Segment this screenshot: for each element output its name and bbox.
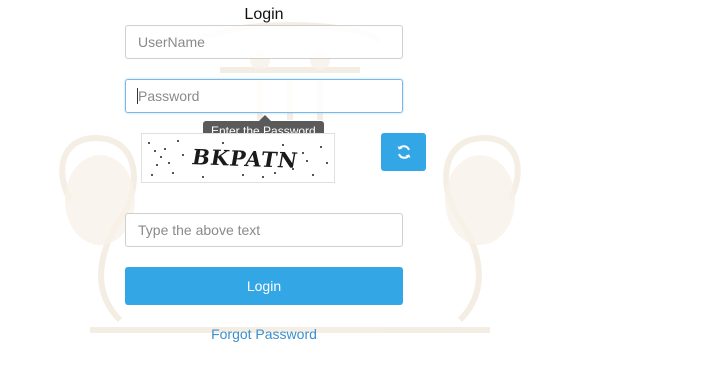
captcha-image: BKPATN [141, 133, 335, 183]
refresh-icon [397, 145, 410, 159]
text-caret [137, 88, 138, 104]
captcha-refresh-button[interactable] [381, 133, 426, 171]
password-input[interactable] [125, 79, 403, 113]
login-title: Login [244, 6, 284, 23]
captcha-input[interactable] [125, 213, 403, 247]
login-button[interactable]: Login [125, 267, 403, 305]
forgot-password-link[interactable]: Forgot Password [125, 326, 403, 342]
captcha-text: BKPATN [190, 144, 301, 173]
username-input[interactable] [125, 25, 403, 59]
